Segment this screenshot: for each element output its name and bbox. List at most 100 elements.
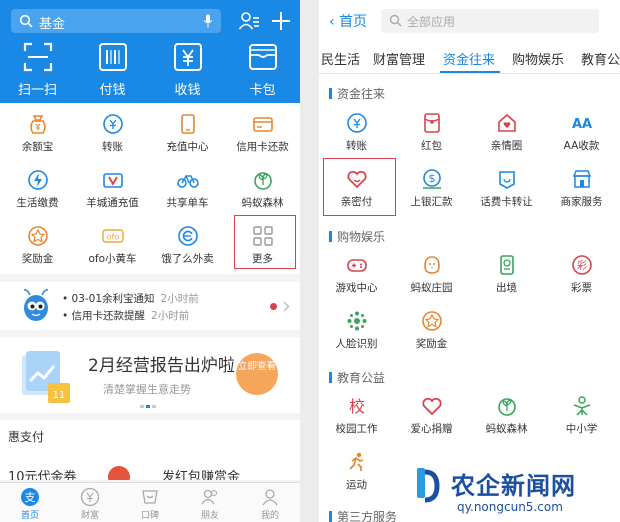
- app-merchant-service[interactable]: 商家服务: [544, 160, 619, 214]
- plus-icon[interactable]: [270, 10, 292, 32]
- app-ycard-recharge[interactable]: 羊城通充值: [75, 162, 150, 218]
- sprout-icon: [497, 398, 516, 416]
- app-recharge[interactable]: 充值中心: [150, 106, 225, 162]
- card-recharge-icon: [102, 173, 123, 188]
- svg-text:$: $: [428, 172, 435, 185]
- search-input[interactable]: 基金: [39, 13, 65, 32]
- reward-icon: [27, 226, 48, 246]
- unread-dot: [270, 303, 277, 310]
- app-campus-work[interactable]: 校 校园工作: [319, 387, 394, 441]
- app-red-envelope[interactable]: 红包: [394, 104, 469, 158]
- action-pay[interactable]: 付钱: [75, 42, 150, 98]
- app-bank-remit[interactable]: $ 上银汇款: [394, 160, 469, 214]
- app-transfer[interactable]: 转账: [319, 104, 394, 158]
- notice-panel[interactable]: • 03-01余利宝通知 2小时前 • 信用卡还款提醒 2小时前: [0, 282, 300, 330]
- back-button[interactable]: ‹ 首页: [329, 11, 367, 31]
- contacts-icon[interactable]: [238, 10, 260, 32]
- heart-icon: [421, 397, 442, 416]
- active-tab-underline: [440, 71, 500, 73]
- app-face-recognition[interactable]: 人脸识别: [319, 302, 394, 356]
- ofo-icon: ofo: [101, 229, 124, 243]
- barcode-icon: [98, 43, 127, 71]
- all-apps-screen: ‹ 首页 全部应用 民生活 财富管理 资金往来 购物娱乐 教育公 资金往来 转账…: [319, 0, 620, 522]
- report-chart-icon: 11: [22, 351, 70, 403]
- tab-friends[interactable]: 朋友: [180, 483, 240, 522]
- app-transfer[interactable]: 转账: [75, 106, 150, 162]
- tab-koubei[interactable]: 口碑: [120, 483, 180, 522]
- sprout-icon: [253, 172, 272, 190]
- alipay-home-screen: 基金 扫一扫 付钱 收钱 卡包 余额宝 转账 充值中心 信用卡还款 生活缴费 羊…: [0, 0, 300, 522]
- run-icon: [348, 452, 363, 471]
- svg-text:彩: 彩: [577, 260, 587, 272]
- app-ant-farm[interactable]: 蚂蚁庄园: [394, 246, 469, 300]
- red-envelope-icon: [423, 113, 440, 133]
- view-now-button[interactable]: 立即查看: [236, 353, 278, 395]
- app-outbound[interactable]: 出境: [469, 246, 544, 300]
- carousel-dots: [140, 405, 160, 408]
- home-heart-icon: [497, 113, 516, 132]
- action-card-wallet[interactable]: 卡包: [225, 42, 300, 98]
- section-hui-pay: 惠支付: [0, 420, 300, 452]
- phone-icon: [180, 114, 195, 134]
- koubei-icon: [142, 490, 158, 504]
- category-tabs: 民生活 财富管理 资金往来 购物娱乐 教育公: [319, 42, 620, 74]
- phone-card-icon: [498, 171, 515, 189]
- category-tab[interactable]: 财富管理: [373, 49, 425, 68]
- app-ant-forest[interactable]: 蚂蚁森林: [469, 387, 544, 441]
- app-reward[interactable]: 奖励金: [394, 302, 469, 356]
- eleme-icon: [177, 226, 198, 246]
- app-phone-card-transfer[interactable]: 话费卡转让: [469, 160, 544, 214]
- svg-text:校: 校: [348, 397, 364, 416]
- action-receive[interactable]: 收钱: [150, 42, 225, 98]
- app-lottery[interactable]: 彩 彩票: [544, 246, 619, 300]
- app-yuebao[interactable]: 余额宝: [0, 106, 75, 162]
- tomato-icon: [108, 466, 130, 480]
- app-ant-forest[interactable]: 蚂蚁森林: [225, 162, 300, 218]
- app-sports[interactable]: 运动: [319, 443, 394, 497]
- tab-me[interactable]: 我的: [240, 483, 300, 522]
- notice-item: • 03-01余利宝通知 2小时前: [62, 293, 199, 305]
- tab-wealth[interactable]: 财富: [60, 483, 120, 522]
- app-eleme[interactable]: 饿了么外卖: [150, 218, 225, 274]
- app-search-bar[interactable]: 全部应用: [381, 9, 599, 33]
- category-tab[interactable]: 购物娱乐: [512, 49, 564, 68]
- yuan-icon: [173, 43, 202, 71]
- section-title: 资金往来: [329, 85, 385, 102]
- app-search-input[interactable]: 全部应用: [407, 13, 455, 30]
- student-icon: [573, 396, 590, 416]
- action-scan[interactable]: 扫一扫: [0, 42, 75, 98]
- category-tab-active[interactable]: 资金往来: [443, 49, 495, 68]
- banner-subtitle: 清楚掌握生意走势: [103, 383, 191, 396]
- tab-home[interactable]: 支 首页: [0, 483, 60, 522]
- app-game-center[interactable]: 游戏中心: [319, 246, 394, 300]
- microphone-icon[interactable]: [203, 14, 213, 28]
- search-bar[interactable]: 基金: [11, 9, 221, 33]
- section-title: 购物娱乐: [329, 228, 385, 245]
- section-title: 教育公益: [329, 369, 385, 386]
- app-reward[interactable]: 奖励金: [0, 218, 75, 274]
- category-tab[interactable]: 民生活: [321, 49, 360, 68]
- site-watermark: 农企新闻网 qy.nongcun5.com: [415, 463, 620, 522]
- app-credit-card[interactable]: 信用卡还款: [225, 106, 300, 162]
- app-aa-collect[interactable]: AA AA收款: [544, 104, 619, 158]
- lottery-icon: 彩: [571, 255, 592, 275]
- search-icon: [19, 14, 33, 28]
- user-icon: [262, 489, 278, 506]
- app-shared-bike[interactable]: 共享单车: [150, 162, 225, 218]
- screenshot-composite: 基金 扫一扫 付钱 收钱 卡包 余额宝 转账 充值中心 信用卡还款 生活缴费 羊…: [0, 0, 620, 522]
- app-charity-donation[interactable]: 爱心捐赠: [394, 387, 469, 441]
- app-family-circle[interactable]: 亲情圈: [469, 104, 544, 158]
- app-primary-school[interactable]: 中小学: [544, 387, 619, 441]
- promo-row[interactable]: 10元代金券 发红包赚赏金: [0, 452, 300, 480]
- svg-text:11: 11: [53, 390, 66, 401]
- notice-item: • 信用卡还款提醒 2小时前: [62, 310, 190, 322]
- friends-icon: [201, 489, 218, 505]
- app-utilities[interactable]: 生活缴费: [0, 162, 75, 218]
- passport-icon: [499, 255, 514, 275]
- home-header: 基金 扫一扫 付钱 收钱 卡包: [0, 0, 300, 103]
- svg-text:AA: AA: [571, 117, 591, 132]
- report-banner[interactable]: 11 2月经营报告出炉啦 清楚掌握生意走势 立即查看: [0, 337, 300, 413]
- category-tab[interactable]: 教育公: [581, 49, 620, 68]
- app-ofo[interactable]: ofo ofo小黄车: [75, 218, 150, 274]
- bottom-tab-bar: 支 首页 财富 口碑 朋友 我的: [0, 482, 300, 522]
